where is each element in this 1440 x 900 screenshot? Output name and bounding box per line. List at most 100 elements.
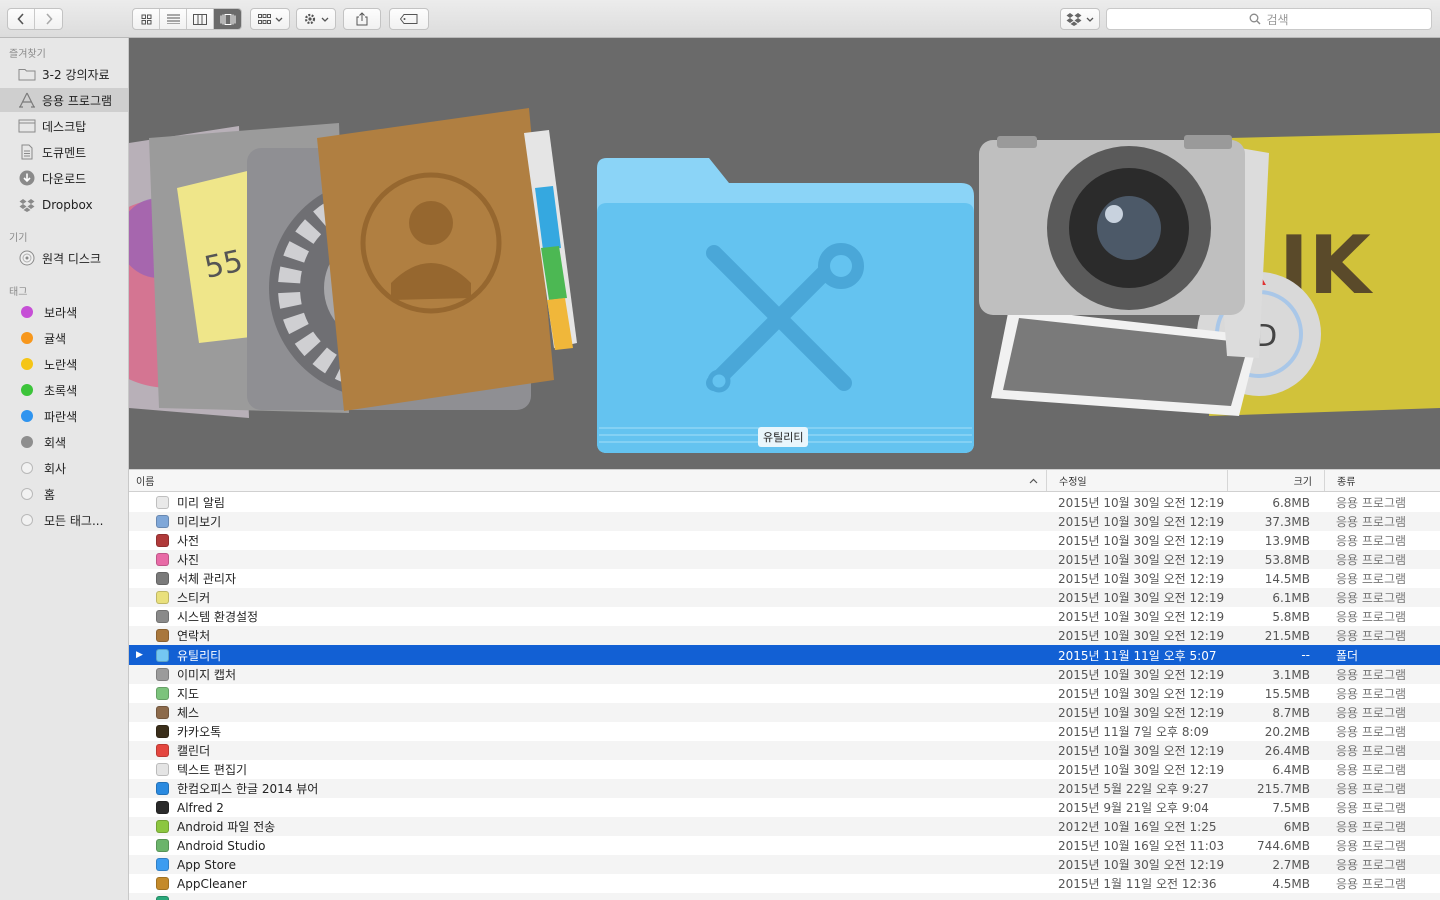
sidebar-tag-blue[interactable]: 파란색: [0, 404, 128, 428]
sidebar-tag-green[interactable]: 초록색: [0, 378, 128, 402]
table-row[interactable]: 체스 2015년 10월 30일 오전 12:19 8.7MB 응용 프로그램: [129, 703, 1440, 722]
file-size: 2.7MB: [1272, 857, 1310, 872]
sidebar-item-documents[interactable]: 도큐멘트: [0, 140, 128, 164]
table-row[interactable]: 한컴오피스 한글 2014 뷰어 2015년 5월 22일 오후 9:27 215.…: [129, 779, 1440, 798]
file-size: 215.7MB: [1257, 781, 1310, 796]
contacts-icon: [156, 626, 170, 645]
sidebar-tag-home[interactable]: 홈: [0, 482, 128, 506]
back-button[interactable]: [8, 9, 35, 29]
dropbox-menu-button[interactable]: [1060, 8, 1100, 30]
sidebar-tag-gray[interactable]: 회색: [0, 430, 128, 454]
forward-button[interactable]: [35, 9, 62, 29]
table-row[interactable]: 미리보기 2015년 10월 30일 오전 12:19 37.3MB 응용 프로그램: [129, 512, 1440, 531]
file-size: 744.6MB: [1257, 838, 1310, 853]
sidebar-item-remote-disc[interactable]: 원격 디스크: [0, 246, 128, 270]
table-row[interactable]: 연락처 2015년 10월 30일 오전 12:19 21.5MB 응용 프로그램: [129, 626, 1440, 645]
column-header-date-label: 수정일: [1059, 477, 1087, 488]
file-name: 이미지 캡처: [177, 668, 237, 682]
list-view-button[interactable]: [160, 9, 187, 29]
modified-date: 2015년 10월 30일 오전 12:19: [1058, 496, 1225, 510]
row-spacer: [136, 665, 146, 684]
sidebar-item-label: 홈: [44, 487, 56, 502]
table-row[interactable]: 미리 알림 2015년 10월 30일 오전 12:19 6.8MB 응용 프로그램: [129, 493, 1440, 512]
tag-empty-dot: [21, 488, 33, 500]
file-kind: 응용 프로그램: [1336, 725, 1407, 739]
stickies-icon: [156, 588, 170, 607]
modified-date: 2015년 10월 30일 오전 12:19: [1058, 515, 1225, 529]
table-row[interactable]: 카카오톡 2015년 11월 7일 오후 8:09 20.2MB 응용 프로그램: [129, 722, 1440, 741]
sidebar-tag-yellow[interactable]: 노란색: [0, 352, 128, 376]
columns-icon: [193, 13, 207, 25]
table-row[interactable]: 스티커 2015년 10월 30일 오전 12:19 6.1MB 응용 프로그램: [129, 588, 1440, 607]
file-size: [1229, 893, 1310, 900]
modified-date: 2015년 10월 30일 오전 12:19: [1058, 591, 1225, 605]
file-name: AppCleaner: [177, 876, 247, 891]
chevron-right-icon: [45, 13, 53, 25]
sidebar-item-dropbox[interactable]: Dropbox: [0, 193, 128, 217]
table-row[interactable]: 사전 2015년 10월 30일 오전 12:19 13.9MB 응용 프로그램: [129, 531, 1440, 550]
table-row[interactable]: 이미지 캡처 2015년 10월 30일 오전 12:19 3.1MB 응용 프로그램: [129, 665, 1440, 684]
disclosure-triangle-icon[interactable]: ▶: [136, 645, 146, 665]
action-menu-button[interactable]: [296, 8, 336, 30]
android-studio-icon: [156, 836, 170, 855]
table-row[interactable]: 사진 2015년 10월 30일 오전 12:19 53.8MB 응용 프로그램: [129, 550, 1440, 569]
column-header-name[interactable]: 이름: [136, 470, 1046, 491]
sidebar-tag-purple[interactable]: 보라색: [0, 300, 128, 324]
cover-flow-view-button[interactable]: [214, 9, 241, 29]
file-name: 캘린더: [177, 744, 211, 758]
folder-icon: [156, 645, 170, 665]
icon-view-button[interactable]: [133, 9, 160, 29]
sidebar: 즐겨찾기 3-2 강의자료 응용 프로그램 데스크탑 도큐멘트 다운로드 Dro…: [0, 38, 129, 900]
table-row[interactable]: ▶ 유틸리티 2015년 11월 11일 오후 5:07 -- 폴더: [129, 645, 1440, 665]
table-row[interactable]: 시스템 환경설정 2015년 10월 30일 오전 12:19 5.8MB 응용 프로…: [129, 607, 1440, 626]
tags-header: 태그: [9, 287, 28, 298]
modified-date: 2015년 10월 16일 오전 11:03: [1058, 839, 1225, 853]
column-header-date[interactable]: 수정일: [1046, 470, 1227, 491]
arrange-grid-icon: [257, 13, 271, 24]
sidebar-item-applications[interactable]: 응용 프로그램: [0, 88, 128, 112]
column-header-kind[interactable]: 종류: [1324, 470, 1440, 491]
cover-flow[interactable]: 55 IK 유틸리티: [129, 38, 1440, 469]
file-kind: 응용 프로그램: [1336, 877, 1407, 891]
sidebar-item-lecture-folder[interactable]: 3-2 강의자료: [0, 62, 128, 86]
table-row[interactable]: 캘린더 2015년 10월 30일 오전 12:19 26.4MB 응용 프로그램: [129, 741, 1440, 760]
sidebar-item-label: Dropbox: [42, 198, 93, 212]
chevron-down-icon: [275, 17, 282, 22]
table-row[interactable]: Alfred 2 2015년 9월 21일 오후 9:04 7.5MB 응용 프로그램: [129, 798, 1440, 817]
share-button[interactable]: [343, 8, 381, 30]
kakaotalk-icon: [156, 722, 170, 741]
arrange-menu-button[interactable]: [250, 8, 290, 30]
file-kind: 응용 프로그램: [1336, 706, 1407, 720]
file-name: 체스: [177, 706, 200, 720]
edit-tags-button[interactable]: [389, 8, 429, 30]
sidebar-item-label: 원격 디스크: [42, 251, 102, 266]
table-row[interactable]: Android Studio 2015년 10월 16일 오전 11:03 744.…: [129, 836, 1440, 855]
table-row[interactable]: 서체 관리자 2015년 10월 30일 오전 12:19 14.5MB 응용 프로그…: [129, 569, 1440, 588]
sidebar-tag-orange[interactable]: 귤색: [0, 326, 128, 350]
row-spacer: [136, 607, 146, 626]
sidebar-item-downloads[interactable]: 다운로드: [0, 166, 128, 190]
file-kind: 응용 프로그램: [1336, 496, 1407, 510]
table-row[interactable]: 지도 2015년 10월 30일 오전 12:19 15.5MB 응용 프로그램: [129, 684, 1440, 703]
sidebar-item-desktop[interactable]: 데스크탑: [0, 114, 128, 138]
sidebar-all-tags[interactable]: 모든 태그...: [0, 508, 128, 532]
modified-date: 2015년 10월 30일 오전 12:19: [1058, 858, 1225, 872]
view-mode-selector: [132, 8, 242, 30]
modified-date: 2015년 9월 21일 오후 9:04: [1058, 801, 1209, 815]
column-header-size[interactable]: 크기: [1227, 470, 1324, 491]
column-view-button[interactable]: [187, 9, 214, 29]
modified-date: 2015년 10월 30일 오전 12:19: [1058, 572, 1225, 586]
file-kind: 응용 프로그램: [1336, 515, 1407, 529]
table-row[interactable]: AppCleaner 2015년 1월 11일 오전 12:36 4.5MB 응용 프…: [129, 874, 1440, 893]
file-kind: 응용 프로그램: [1336, 553, 1407, 567]
app-store-icon: [156, 855, 170, 874]
modified-date: 2015년 10월 30일 오전 12:19: [1058, 610, 1225, 624]
table-row[interactable]: 텍스트 편집기 2015년 10월 30일 오전 12:19 6.4MB 응용 프로그…: [129, 760, 1440, 779]
search-field[interactable]: 검색: [1106, 8, 1432, 30]
nav-buttons: [7, 8, 63, 30]
table-row[interactable]: App Store 2015년 10월 30일 오전 12:19 2.7MB 응용 프…: [129, 855, 1440, 874]
file-kind: 응용 프로그램: [1336, 629, 1407, 643]
sidebar-tag-work[interactable]: 회사: [0, 456, 128, 480]
table-row[interactable]: Android 파일 전송 2012년 10월 16일 오전 1:25 6MB 응용 …: [129, 817, 1440, 836]
table-row[interactable]: [129, 893, 1440, 900]
